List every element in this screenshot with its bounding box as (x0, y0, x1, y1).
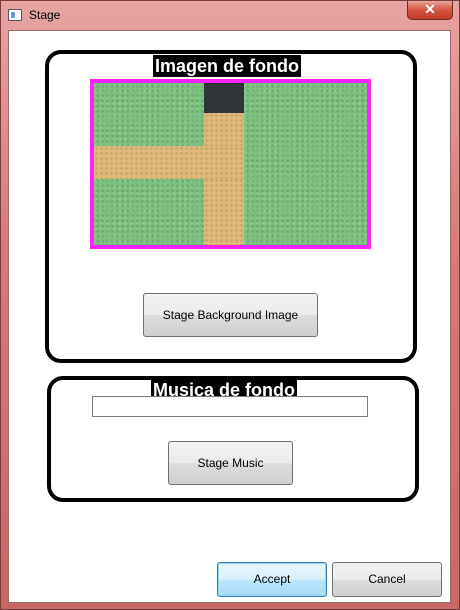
window-icon (8, 9, 22, 21)
stage-music-button[interactable]: Stage Music (168, 441, 293, 485)
cancel-button[interactable]: Cancel (332, 562, 442, 597)
background-image-title: Imagen de fondo (153, 55, 301, 77)
window-title: Stage (29, 8, 61, 22)
stage-background-preview (90, 79, 371, 249)
horizontal-path (94, 146, 244, 179)
accept-button[interactable]: Accept (217, 562, 327, 597)
vertical-path (204, 113, 244, 245)
stage-background-image-button[interactable]: Stage Background Image (143, 293, 318, 337)
dark-tile (204, 83, 244, 113)
music-path-field[interactable] (92, 396, 368, 417)
title-bar[interactable]: Stage ✕ (1, 1, 459, 31)
close-button[interactable]: ✕ (407, 1, 453, 20)
